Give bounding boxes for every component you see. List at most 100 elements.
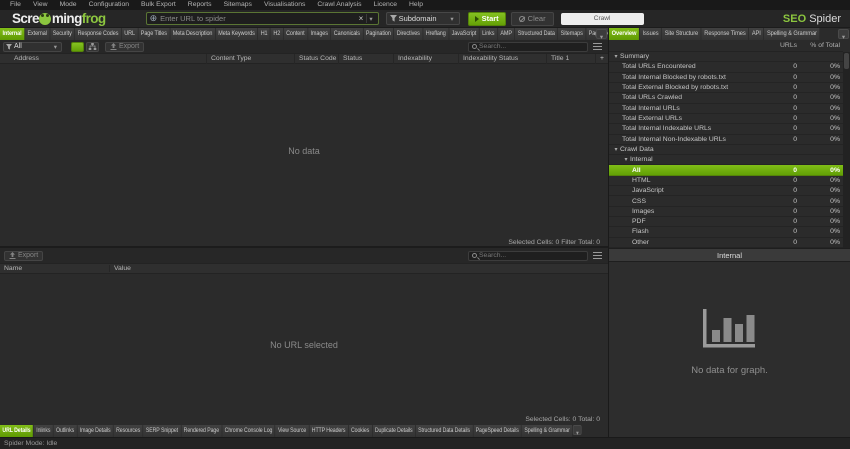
tab-pagination[interactable]: Pagination <box>363 28 393 40</box>
menu-configuration[interactable]: Configuration <box>83 0 135 10</box>
tab-http-headers[interactable]: HTTP Headers <box>309 425 347 437</box>
column-config-icon[interactable] <box>593 252 602 259</box>
tree-row[interactable]: Total External URLs 0 0% <box>609 114 843 124</box>
tab-spelling-grammar[interactable]: Spelling & Grammar <box>764 28 819 40</box>
tree-row[interactable]: Other 0 0% <box>609 238 843 248</box>
url-clear-icon[interactable]: × <box>356 14 368 23</box>
details-export-button[interactable]: Export <box>4 251 43 261</box>
tab-api[interactable]: API <box>749 28 763 40</box>
tab-overflow-button[interactable]: ▾ <box>596 29 607 39</box>
tab-meta-keywords[interactable]: Meta Keywords <box>216 28 258 40</box>
tab-pagespeed-details[interactable]: PageSpeed Details <box>473 425 521 437</box>
menu-help[interactable]: Help <box>403 0 429 10</box>
tab-serp-snippet[interactable]: SERP Snippet <box>143 425 180 437</box>
menu-mode[interactable]: Mode <box>54 0 83 10</box>
column-indexability-status[interactable]: Indexability Status <box>459 54 547 64</box>
tab-images[interactable]: Images <box>308 28 330 40</box>
tab-security[interactable]: Security <box>50 28 74 40</box>
tab-canonicals[interactable]: Canonicals <box>331 28 362 40</box>
clear-button[interactable]: Clear <box>511 12 554 26</box>
tab-overflow-button[interactable]: ▾ <box>838 29 849 39</box>
tab-spelling-grammar-details[interactable]: Spelling & Grammar <box>522 425 572 437</box>
column-config-icon[interactable] <box>593 43 602 50</box>
tab-chrome-console-log[interactable]: Chrome Console Log <box>222 425 275 437</box>
tab-content[interactable]: Content <box>284 28 308 40</box>
column-status[interactable]: Status <box>339 54 394 64</box>
column-indexability[interactable]: Indexability <box>394 54 459 64</box>
tree-group-internal[interactable]: ▾ Internal <box>609 155 843 165</box>
export-button[interactable]: Export <box>105 42 144 52</box>
column-address[interactable]: Address <box>0 54 207 64</box>
tree-row[interactable]: Total Internal Non-Indexable URLs 0 0% <box>609 135 843 145</box>
tab-meta-description[interactable]: Meta Description <box>170 28 215 40</box>
menu-sitemaps[interactable]: Sitemaps <box>218 0 258 10</box>
tab-hreflang[interactable]: Hreflang <box>423 28 448 40</box>
add-column-button[interactable]: + <box>596 54 608 64</box>
tab-outlinks[interactable]: Outlinks <box>54 425 77 437</box>
tab-url-details[interactable]: URL Details <box>0 425 33 437</box>
tab-duplicate-details[interactable]: Duplicate Details <box>372 425 414 437</box>
tree-row[interactable]: CSS 0 0% <box>609 196 843 206</box>
tree-group-crawl-data[interactable]: ▾ Crawl Data <box>609 145 843 155</box>
details-search-input[interactable] <box>479 252 584 259</box>
tree-row[interactable]: PDF 0 0% <box>609 217 843 227</box>
tab-page-titles[interactable]: Page Titles <box>138 28 169 40</box>
tab-url[interactable]: URL <box>122 28 138 40</box>
menu-file[interactable]: File <box>4 0 27 10</box>
tab-resources[interactable]: Resources <box>114 425 143 437</box>
start-button[interactable]: Start <box>468 12 506 26</box>
tree-row-all-selected[interactable]: All 0 0% <box>609 165 843 175</box>
tab-site-structure[interactable]: Site Structure <box>662 28 701 40</box>
collapse-icon[interactable]: ▾ <box>612 53 620 60</box>
tab-directives[interactable]: Directives <box>394 28 422 40</box>
tab-response-codes[interactable]: Response Codes <box>75 28 121 40</box>
column-title-1[interactable]: Title 1 <box>547 54 596 64</box>
list-view-toggle[interactable] <box>71 42 84 52</box>
tab-sitemaps[interactable]: Sitemaps <box>558 28 585 40</box>
tab-h1[interactable]: H1 <box>258 28 270 40</box>
tree-view-toggle[interactable] <box>86 42 99 52</box>
table-search-input[interactable] <box>479 43 584 50</box>
column-value[interactable]: Value <box>110 265 608 272</box>
tree-row[interactable]: Total Internal URLs 0 0% <box>609 104 843 114</box>
tree-row[interactable]: JavaScript 0 0% <box>609 186 843 196</box>
menu-view[interactable]: View <box>27 0 54 10</box>
tab-inlinks[interactable]: Inlinks <box>34 425 53 437</box>
tab-amp[interactable]: AMP <box>498 28 515 40</box>
tab-overflow-button[interactable]: ▾ <box>573 425 582 435</box>
menu-bulk-export[interactable]: Bulk Export <box>135 0 182 10</box>
tree-row[interactable]: Total Internal Blocked by robots.txt 0 0… <box>609 73 843 83</box>
url-history-dropdown-icon[interactable]: ▾ <box>367 15 374 23</box>
tree-row[interactable]: Total URLs Crawled 0 0% <box>609 93 843 103</box>
tab-issues[interactable]: Issues <box>640 28 661 40</box>
column-content-type[interactable]: Content Type <box>207 54 295 64</box>
tab-javascript[interactable]: JavaScript <box>449 28 479 40</box>
sidebar-scrollbar[interactable] <box>843 52 850 248</box>
tab-image-details[interactable]: Image Details <box>77 425 113 437</box>
column-status-code[interactable]: Status Code <box>295 54 339 64</box>
tree-row[interactable]: Total External Blocked by robots.txt 0 0… <box>609 83 843 93</box>
collapse-icon[interactable]: ▾ <box>612 146 620 153</box>
scrollbar-thumb[interactable] <box>844 53 849 69</box>
tree-row[interactable]: Flash 0 0% <box>609 227 843 237</box>
tab-h2[interactable]: H2 <box>271 28 283 40</box>
menu-crawl-analysis[interactable]: Crawl Analysis <box>311 0 367 10</box>
tab-view-source[interactable]: View Source <box>276 425 309 437</box>
crawl-scope-select[interactable]: Subdomain ▾ <box>386 12 460 25</box>
tab-cookies[interactable]: Cookies <box>349 425 372 437</box>
tab-structured-data-details[interactable]: Structured Data Details <box>416 425 473 437</box>
tree-row[interactable]: Total URLs Encountered 0 0% <box>609 62 843 72</box>
tree-row[interactable]: Images 0 0% <box>609 207 843 217</box>
url-input[interactable] <box>160 14 356 23</box>
tab-external[interactable]: External <box>25 28 49 40</box>
collapse-icon[interactable]: ▾ <box>622 156 630 163</box>
tab-response-times[interactable]: Response Times <box>702 28 749 40</box>
filter-select[interactable]: All ▾ <box>3 42 62 52</box>
menu-licence[interactable]: Licence <box>368 0 403 10</box>
menu-visualisations[interactable]: Visualisations <box>258 0 311 10</box>
tab-overview[interactable]: Overview <box>609 28 639 40</box>
tree-row[interactable]: Total Internal Indexable URLs 0 0% <box>609 124 843 134</box>
column-name[interactable]: Name <box>0 265 110 272</box>
tree-row[interactable]: HTML 0 0% <box>609 176 843 186</box>
tab-rendered-page[interactable]: Rendered Page <box>181 425 221 437</box>
